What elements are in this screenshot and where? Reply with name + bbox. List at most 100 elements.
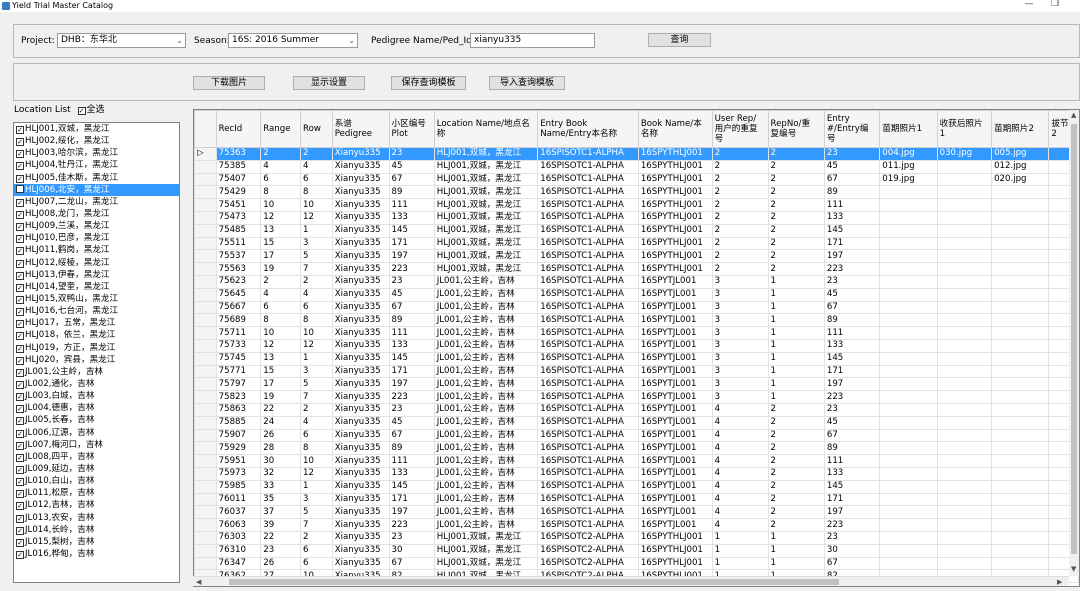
row-header[interactable] [194,364,217,379]
table-cell[interactable]: 12 [300,338,333,353]
table-row[interactable]: 75745 13 1 Xianyu335 145 JL001,公主岭，吉林 16SPISOT… [194,351,1079,366]
table-cell[interactable]: 16SPISOTC1-ALPHA [537,454,639,468]
table-cell[interactable]: 111 [388,198,435,212]
location-list-item[interactable]: ✓ JL014,长岭，吉林 [14,524,179,536]
row-header[interactable] [194,454,217,468]
table-cell[interactable]: 012.jpg [991,159,1050,174]
row-header[interactable] [194,223,217,238]
table-cell[interactable]: Xianyu335 [331,492,390,507]
row-header[interactable]: ▷ [194,147,217,161]
table-cell[interactable]: JL001,公主岭，吉林 [433,415,539,430]
table-cell[interactable]: 16SPISOTC1-ALPHA [537,402,639,417]
table-cell[interactable]: 2 [767,454,825,468]
table-row[interactable]: 75385 4 4 Xianyu335 45 HLJ001,双城，黑龙江 16SPISOTC… [194,159,1079,174]
table-cell[interactable] [936,210,993,225]
table-cell[interactable]: 16SPISOTC1-ALPHA [537,300,639,315]
table-cell[interactable]: 019.jpg [879,172,938,187]
table-row[interactable]: 75689 8 8 Xianyu335 89 JL001,公主岭，吉林 16SPISOTC1… [194,313,1079,328]
table-cell[interactable]: 76063 [215,518,262,532]
table-cell[interactable]: 4 [711,492,769,507]
table-cell[interactable]: 16SPISOTC1-ALPHA [537,147,639,161]
table-cell[interactable] [936,300,993,315]
table-cell[interactable]: Xianyu335 [331,185,390,200]
table-cell[interactable]: 4 [711,402,769,417]
location-checkbox[interactable]: ✓ [16,223,24,232]
location-list[interactable]: ✓ HLJ001,双城，黑龙江 ✓ HLJ002,绥化，黑龙江 ✓ HLJ003,哈尔滨，… [13,122,180,583]
table-cell[interactable] [879,454,938,468]
row-header[interactable] [194,210,217,225]
table-cell[interactable] [936,313,993,328]
table-cell[interactable] [991,185,1050,200]
table-cell[interactable]: 67 [823,300,881,315]
location-checkbox[interactable]: ✓ [16,453,24,462]
row-header[interactable] [194,390,217,404]
table-cell[interactable]: 1 [767,364,825,379]
table-cell[interactable] [936,543,993,558]
table-cell[interactable]: JL001,公主岭，吉林 [433,274,539,289]
table-cell[interactable]: 2 [711,236,769,251]
table-cell[interactable]: 3 [711,364,769,379]
table-cell[interactable]: 2 [300,402,333,417]
table-cell[interactable] [879,338,938,353]
table-cell[interactable]: JL001,公主岭，吉林 [433,377,539,392]
table-cell[interactable] [991,364,1050,379]
row-header[interactable] [194,492,217,507]
table-cell[interactable]: Xianyu335 [331,147,390,161]
row-header[interactable] [194,236,217,251]
table-cell[interactable]: 16SPISOTC1-ALPHA [537,390,639,404]
table-cell[interactable]: 16SPYTHLJ001 [637,198,713,212]
table-cell[interactable]: 16SPYTHLJ001 [637,530,713,545]
row-header[interactable] [194,518,217,532]
table-cell[interactable] [879,377,938,392]
table-cell[interactable] [936,441,993,456]
table-cell[interactable] [936,351,993,366]
table-cell[interactable]: 17 [260,377,301,392]
table-cell[interactable] [879,198,938,212]
table-row[interactable]: 76037 37 5 Xianyu335 197 JL001,公主岭，吉林 16SPISOT… [194,505,1079,520]
table-row[interactable]: 76063 39 7 Xianyu335 223 JL001,公主岭，吉林 16SPISOT… [194,518,1079,532]
table-cell[interactable]: 030.jpg [936,147,993,161]
location-checkbox[interactable]: ✓ [16,126,24,134]
scroll-right-icon[interactable]: ▶ [1057,578,1062,586]
column-header[interactable]: 苗期照片2 [991,110,1050,148]
table-cell[interactable]: Xianyu335 [331,466,390,481]
table-cell[interactable] [936,185,993,200]
table-cell[interactable]: 6 [300,300,333,315]
table-cell[interactable] [991,313,1050,328]
table-cell[interactable]: HLJ001,双城，黑龙江 [433,172,539,187]
table-cell[interactable]: 89 [823,185,881,200]
row-header[interactable] [194,262,217,276]
table-cell[interactable] [991,556,1050,571]
table-row[interactable]: 75771 15 3 Xianyu335 171 JL001,公主岭，吉林 16SPISOT… [194,364,1079,379]
table-cell[interactable]: 2 [767,492,825,507]
table-cell[interactable]: 17 [260,249,301,264]
row-header[interactable] [194,287,217,302]
table-cell[interactable] [991,223,1050,238]
table-cell[interactable]: JL001,公主岭，吉林 [433,492,539,507]
row-header[interactable] [194,172,217,187]
location-list-item[interactable]: ✓ JL013,农安，吉林 [14,512,179,524]
table-cell[interactable]: 16SPYTJL001 [637,338,713,353]
table-cell[interactable]: 223 [388,518,435,532]
table-cell[interactable]: 16SPYTHLJ001 [637,543,713,558]
table-cell[interactable]: 30 [823,543,881,558]
table-cell[interactable]: 005.jpg [991,147,1050,161]
table-cell[interactable]: 2 [767,466,825,481]
column-header[interactable]: Entry Book Name/Entry本名称 [537,110,639,148]
row-header[interactable] [194,479,217,494]
table-cell[interactable] [991,249,1050,264]
table-cell[interactable]: 3 [711,351,769,366]
table-cell[interactable]: 16SPISOTC1-ALPHA [537,377,639,392]
table-cell[interactable]: 020.jpg [991,172,1050,187]
table-cell[interactable]: 30 [388,543,435,558]
table-row[interactable]: 75973 32 12 Xianyu335 133 JL001,公主岭，吉林 16SPISO… [194,466,1079,481]
table-cell[interactable]: 145 [388,223,435,238]
location-checkbox[interactable]: ✓ [16,247,24,256]
table-row[interactable]: 75407 6 6 Xianyu335 67 HLJ001,双城，黑龙江 16SPISOTC… [194,172,1079,187]
table-cell[interactable]: 16SPISOTC1-ALPHA [537,185,639,200]
table-cell[interactable]: 23 [823,402,881,417]
table-cell[interactable] [879,556,938,571]
table-cell[interactable] [936,377,993,392]
table-cell[interactable]: JL001,公主岭，吉林 [433,479,539,494]
row-header[interactable] [194,402,217,417]
